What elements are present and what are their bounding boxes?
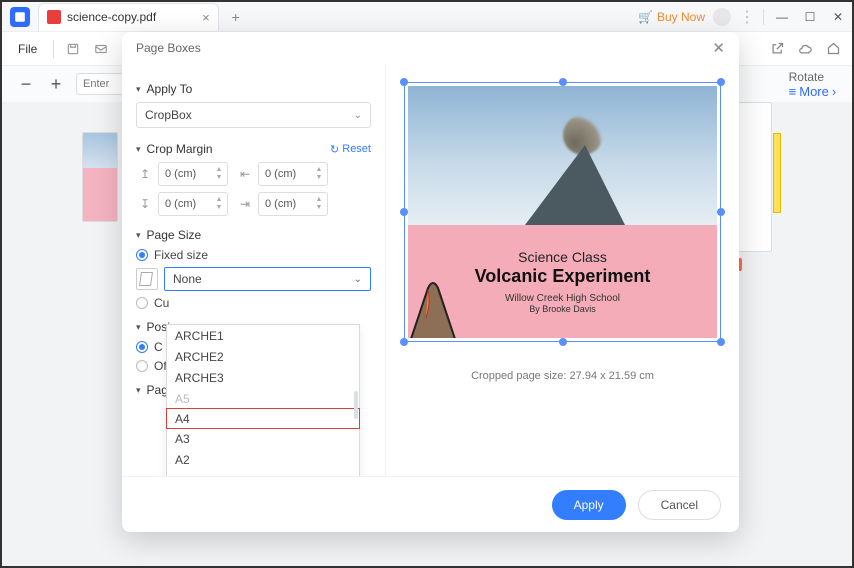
size-option-a4[interactable]: A4 [166,408,360,429]
collapse-icon: ▾ [136,385,141,396]
radio-icon [136,249,148,261]
resize-handle-tr[interactable] [717,78,725,86]
collapse-icon: ▾ [136,144,141,155]
radio-icon [136,341,148,353]
page-size-dropdown: ARCHE1 ARCHE2 ARCHE3 A5 A4 A3 A2 A1 [166,324,360,476]
collapse-icon: ▾ [136,84,141,95]
collapse-icon: ▾ [136,230,141,241]
size-option-a2[interactable]: A2 [167,449,359,470]
margin-top-input[interactable]: 0 (cm)▲▼ [158,162,228,186]
margin-top-icon: ↥ [136,165,154,183]
page-size-value: None [173,272,202,286]
scrollbar-thumb[interactable] [354,391,358,419]
fixed-size-radio[interactable]: Fixed size [136,248,371,262]
apply-to-label: Apply To [147,82,193,96]
refresh-icon: ↻ [330,143,339,156]
custom-size-radio[interactable]: Cu [136,296,371,310]
page-boxes-dialog: Page Boxes ✕ ▾ Apply To CropBox ⌄ ▾ Crop … [122,32,739,532]
reset-button[interactable]: ↻Reset [330,143,371,156]
dialog-header: Page Boxes ✕ [122,32,739,64]
radio-icon [136,297,148,309]
resize-handle-bc[interactable] [559,338,567,346]
apply-to-section[interactable]: ▾ Apply To [136,82,371,96]
dialog-title: Page Boxes [136,41,201,55]
selection-outline [404,82,721,342]
margin-bottom-icon: ↧ [136,195,154,213]
resize-handle-br[interactable] [717,338,725,346]
size-option-a1[interactable]: A1 [167,470,359,476]
margin-left-input[interactable]: 0 (cm)▲▼ [258,162,328,186]
radio-icon [136,360,148,372]
apply-to-value: CropBox [145,108,192,122]
chevron-down-icon: ⌄ [354,110,362,121]
resize-handle-ml[interactable] [400,208,408,216]
resize-handle-tl[interactable] [400,78,408,86]
margin-right-icon: ⇥ [236,195,254,213]
apply-to-select[interactable]: CropBox ⌄ [136,102,371,128]
resize-handle-mr[interactable] [717,208,725,216]
dialog-left-panel: ▾ Apply To CropBox ⌄ ▾ Crop Margin ↻Reset… [122,64,386,476]
resize-handle-bl[interactable] [400,338,408,346]
collapse-icon: ▾ [136,322,141,333]
apply-button[interactable]: Apply [552,490,626,520]
modal-overlay: Page Boxes ✕ ▾ Apply To CropBox ⌄ ▾ Crop … [2,2,852,566]
margin-right-input[interactable]: 0 (cm)▲▼ [258,192,328,216]
orientation-icon[interactable] [136,268,158,290]
crop-size-info: Cropped page size: 27.94 x 21.59 cm [404,370,721,382]
resize-handle-tc[interactable] [559,78,567,86]
page-size-select[interactable]: None ⌄ [164,267,371,291]
crop-margin-label: Crop Margin [147,142,213,156]
size-option-arche2[interactable]: ARCHE2 [167,346,359,367]
size-option-arche1[interactable]: ARCHE1 [167,325,359,346]
cancel-button[interactable]: Cancel [638,490,721,520]
chevron-down-icon: ⌄ [354,274,362,285]
dialog-footer: Apply Cancel [122,476,739,532]
dialog-close-button[interactable]: ✕ [712,39,725,57]
page-size-section[interactable]: ▾ Page Size [136,228,371,242]
size-option-a3[interactable]: A3 [167,428,359,449]
margin-bottom-input[interactable]: 0 (cm)▲▼ [158,192,228,216]
size-option-a5[interactable]: A5 [167,388,359,409]
size-option-arche3[interactable]: ARCHE3 [167,367,359,388]
page-size-label: Page Size [147,228,202,242]
crop-preview[interactable]: Science Class Volcanic Experiment Willow… [404,82,721,342]
crop-margin-section[interactable]: ▾ Crop Margin ↻Reset [136,142,371,156]
dialog-right-panel: Science Class Volcanic Experiment Willow… [386,64,739,476]
margin-left-icon: ⇤ [236,165,254,183]
